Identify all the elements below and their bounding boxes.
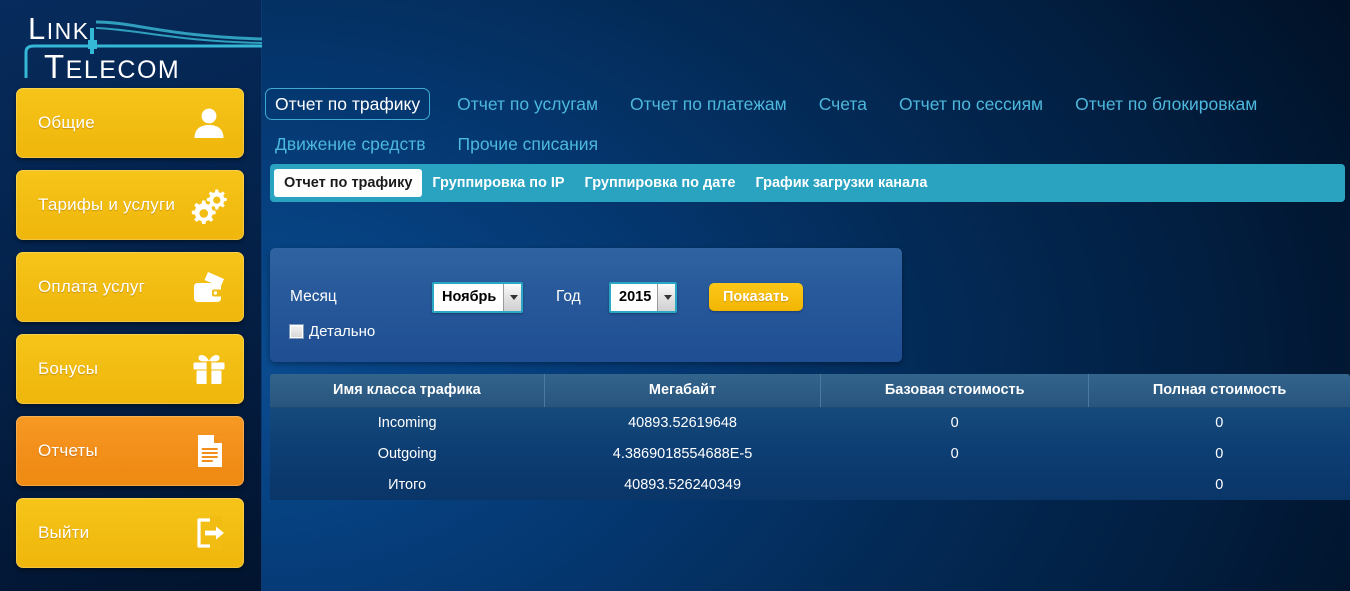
sidebar-item-label: Отчеты: [38, 441, 98, 460]
sidebar-item-obshchie[interactable]: Общие: [16, 88, 244, 158]
report-table-head: Имя класса трафика Мегабайт Базовая стои…: [270, 374, 1350, 408]
cell-traffic-class: Incoming: [377, 414, 437, 431]
nav-item-prochie-spisaniya[interactable]: Прочие списания: [453, 128, 604, 160]
sidebar-item-label: Оплата услуг: [38, 277, 146, 296]
sidebar-item-tarify-i-uslugi[interactable]: Тарифы и услуги: [16, 170, 244, 240]
user-icon: [188, 102, 230, 144]
cell-full-cost: 0: [1215, 414, 1224, 431]
detail-checkbox-row[interactable]: Детально: [289, 323, 376, 340]
column-header-full-cost[interactable]: Полная стоимость: [1088, 374, 1350, 408]
detail-checkbox-label: Детально: [309, 323, 376, 340]
nav-item-dvizhenie-sredstv[interactable]: Движение средств: [270, 128, 431, 160]
cell-full-cost: 0: [1215, 476, 1224, 493]
subtab-otchet-po-trafiku[interactable]: Отчет по трафику: [274, 169, 423, 197]
sidebar-item-label: Тарифы и услуги: [38, 195, 176, 214]
sidebar-item-oplata-uslug[interactable]: Оплата услуг: [16, 252, 244, 322]
table-header-row: Имя класса трафика Мегабайт Базовая стои…: [270, 374, 1350, 408]
show-button[interactable]: Показать: [709, 283, 803, 311]
brand-logo[interactable]: LINK TELECOM: [0, 0, 263, 86]
month-select[interactable]: Ноябрь: [432, 281, 523, 313]
cell-megabytes: 4.3869018554688E-5: [612, 445, 753, 462]
sidebar-item-otchety[interactable]: Отчеты: [16, 416, 244, 486]
year-select-value: 2015: [619, 289, 652, 305]
document-icon: [188, 430, 230, 472]
detail-checkbox[interactable]: [289, 324, 304, 339]
nav-item-otchet-po-uslugam[interactable]: Отчет по услугам: [452, 88, 603, 120]
nav-item-otchet-po-blokirovkam[interactable]: Отчет по блокировкам: [1070, 88, 1262, 120]
cell-full-cost: 0: [1215, 445, 1224, 462]
column-header-base-cost[interactable]: Базовая стоимость: [820, 374, 1090, 408]
nav-item-otchet-po-sessiyam[interactable]: Отчет по сессиям: [894, 88, 1048, 120]
filter-panel: Месяц Ноябрь Год 2015 Показать Детально: [270, 248, 902, 362]
svg-text:TELECOM: TELECOM: [44, 48, 180, 85]
sidebar-item-label: Бонусы: [38, 359, 99, 378]
month-select-value: Ноябрь: [442, 289, 497, 305]
table-row-total: Итого 40893.526240349 0: [270, 469, 1350, 500]
gears-icon: [188, 184, 230, 226]
report-table: Имя класса трафика Мегабайт Базовая стои…: [270, 374, 1350, 500]
cell-megabytes: 40893.52619648: [628, 414, 737, 431]
nav-item-otchet-po-trafiku[interactable]: Отчет по трафику: [265, 88, 431, 120]
sidebar-item-vyiti[interactable]: Выйти: [16, 498, 244, 568]
column-header-megabytes[interactable]: Мегабайт: [544, 374, 822, 408]
logout-icon: [188, 512, 230, 554]
main-content: Отчет по трафику Отчет по услугам Отчет …: [262, 0, 1350, 591]
sidebar: LINK TELECOM Общие Тарифы и услуги Оплат…: [0, 0, 263, 591]
table-row: Outgoing 4.3869018554688E-5 0 0: [270, 438, 1350, 469]
month-label: Месяц: [290, 288, 337, 305]
sidebar-nav: Общие Тарифы и услуги Оплата услуг Бонус…: [16, 88, 244, 580]
nav-item-scheta[interactable]: Счета: [814, 88, 872, 120]
nav-item-otchet-po-platezham[interactable]: Отчет по платежам: [625, 88, 792, 120]
sidebar-item-label: Общие: [38, 113, 95, 132]
svg-text:LINK: LINK: [28, 11, 90, 46]
gift-icon: [188, 348, 230, 390]
year-select[interactable]: 2015: [609, 281, 677, 313]
subtab-grafik-zagruzki-kanala[interactable]: График загрузки канала: [745, 169, 937, 197]
subtab-gruppirovka-po-date[interactable]: Группировка по дате: [575, 169, 746, 197]
year-label: Год: [556, 288, 581, 305]
report-table-body: Incoming 40893.52619648 0 0 Outgoing 4.3…: [270, 407, 1350, 500]
cell-base-cost: [821, 469, 1089, 500]
report-nav: Отчет по трафику Отчет по услугам Отчет …: [265, 88, 1342, 160]
cell-megabytes: 40893.526240349: [624, 476, 742, 493]
chevron-down-icon: [503, 283, 521, 311]
sidebar-item-label: Выйти: [38, 523, 90, 542]
cell-base-cost: 0: [950, 414, 959, 431]
subtab-bar: Отчет по трафику Группировка по IP Групп…: [270, 164, 1345, 202]
wallet-icon: [188, 266, 230, 308]
table-row: Incoming 40893.52619648 0 0: [270, 407, 1350, 438]
sidebar-item-bonusy[interactable]: Бонусы: [16, 334, 244, 404]
cell-base-cost: 0: [950, 445, 959, 462]
cell-traffic-class: Outgoing: [377, 445, 437, 462]
column-header-traffic-class[interactable]: Имя класса трафика: [270, 374, 545, 408]
cell-traffic-class: Итого: [388, 476, 427, 493]
subtab-gruppirovka-po-ip[interactable]: Группировка по IP: [422, 169, 574, 197]
chevron-down-icon: [657, 283, 675, 311]
report-table-container: Имя класса трафика Мегабайт Базовая стои…: [270, 374, 1350, 500]
